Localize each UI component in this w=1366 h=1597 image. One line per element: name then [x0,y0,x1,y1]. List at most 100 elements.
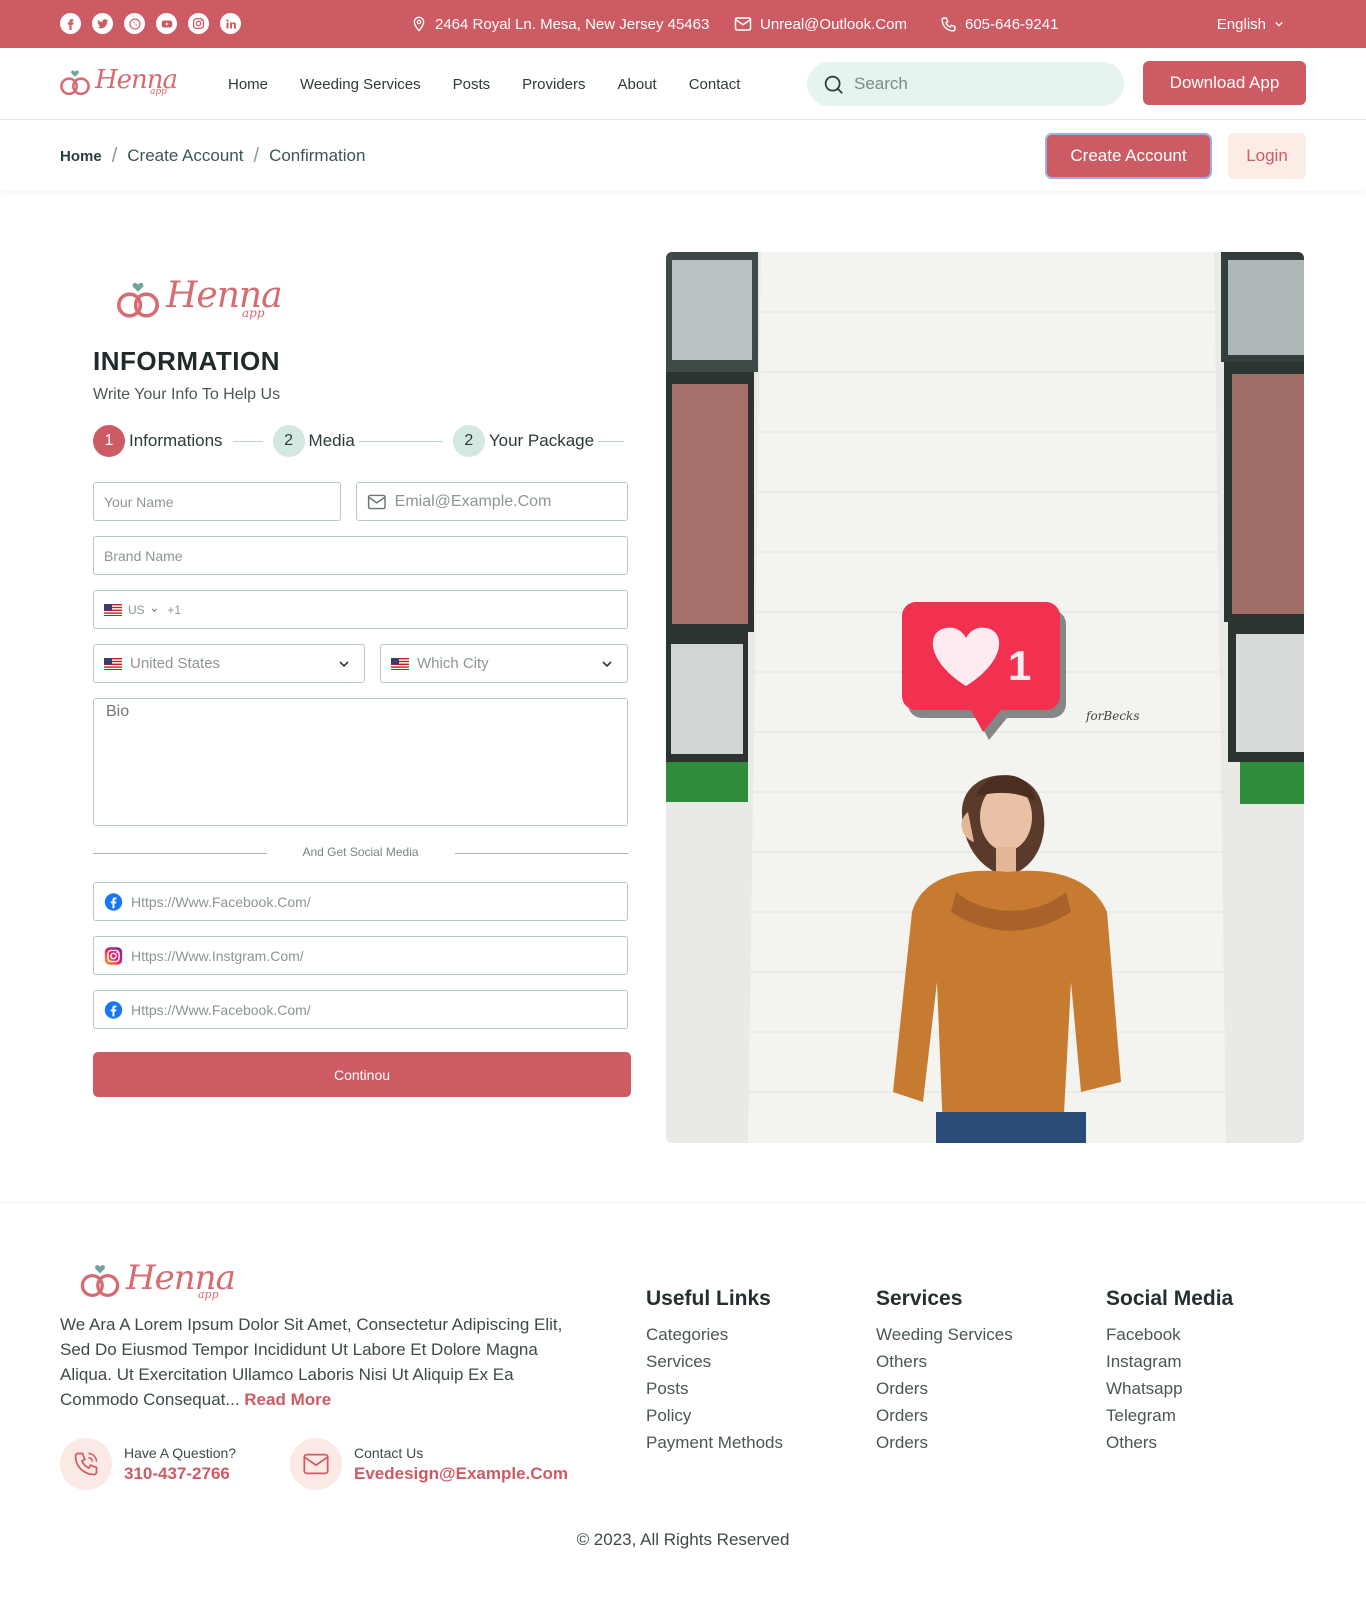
download-app-button[interactable]: Download App [1143,61,1306,105]
footer-services: Services Weeding Services Others Orders … [876,1287,1013,1456]
nav-home[interactable]: Home [228,76,268,93]
step-3-label: Your Package [488,431,595,450]
country-select[interactable]: United States [93,644,365,683]
footer-link-others[interactable]: Others [1106,1429,1233,1456]
footer-link-posts[interactable]: Posts [646,1375,783,1402]
create-account-button[interactable]: Create Account [1045,133,1212,179]
form-brand-logo: Henna app [114,275,283,323]
phone-info[interactable]: 605-646-9241 [940,0,1058,48]
search-box [807,62,1124,106]
continue-button[interactable]: Continou [93,1052,631,1097]
footer-link-orders[interactable]: Orders [876,1429,1013,1456]
footer-link-services[interactable]: Services [646,1348,783,1375]
us-flag-icon [104,603,122,616]
brand-field [93,536,628,575]
facebook-url-field [93,882,628,921]
linkedin-icon[interactable] [220,13,241,34]
facebook-url-field-2 [93,990,628,1029]
instagram-icon[interactable] [188,13,209,34]
phone-circle [60,1438,112,1490]
footer-useful-links: Useful Links Categories Services Posts P… [646,1287,783,1456]
nav-about[interactable]: About [618,76,657,93]
nav-links: Home Weeding Services Posts Providers Ab… [228,48,740,120]
footer-divider [0,1202,1366,1203]
step-2-number: 2 [272,425,305,457]
search-input[interactable] [854,74,1104,94]
footer-link-weeding-services[interactable]: Weeding Services [876,1321,1013,1348]
hero-photo: 1 forBecks [666,252,1304,1143]
login-button[interactable]: Login [1228,133,1306,179]
footer-link-policy[interactable]: Policy [646,1402,783,1429]
nav-providers[interactable]: Providers [522,76,585,93]
footer-column-title: Social Media [1106,1287,1234,1310]
address-text: 2464 Royal Ln. Mesa, New Jersey 45463 [435,15,710,33]
footer-link-categories[interactable]: Categories [646,1321,783,1348]
facebook-url-input[interactable] [130,893,627,910]
rings-icon [60,70,90,96]
step-2-label: Media [308,431,355,450]
chevron-down-icon [1275,21,1283,27]
breadcrumb-create-account[interactable]: Create Account [127,146,243,166]
footer-link-others[interactable]: Others [876,1348,1013,1375]
mail-icon [303,1453,329,1475]
email-contact[interactable]: Contact Us Evedesign@Example.Com [290,1438,568,1490]
phone-country-code[interactable]: US [128,603,145,617]
footer-link-telegram[interactable]: Telegram [1106,1402,1233,1429]
brand-input[interactable] [104,547,627,564]
divider-text: And Get Social Media [302,845,419,859]
email-info[interactable]: Unreal@Outlook.Com [734,0,907,48]
footer-link-orders[interactable]: Orders [876,1402,1013,1429]
footer-column-title: Services [876,1287,963,1310]
question-phone: 310-437-2766 [124,1463,230,1483]
phone-prefix: +1 [167,602,182,617]
like-count: 1 [1008,642,1031,689]
instagram-url-input[interactable] [130,947,627,964]
bio-textarea[interactable] [93,698,628,826]
phone-input[interactable] [187,601,627,618]
footer-link-facebook[interactable]: Facebook [1106,1321,1233,1348]
form-title: INFORMATION [93,346,280,376]
whatsapp-icon[interactable] [124,13,145,34]
footer-brand-logo[interactable]: Henna app [78,1258,236,1302]
read-more-link[interactable]: Read More [244,1390,331,1409]
email-input[interactable] [394,492,627,511]
question-contact[interactable]: Have A Question? 310-437-2766 [60,1438,236,1490]
breadcrumb-separator: / [111,144,118,167]
nav-contact[interactable]: Contact [689,76,741,93]
step-connector [598,440,625,442]
facebook-icon [104,892,123,911]
chevron-down-icon [339,661,349,668]
rings-icon [80,1265,120,1298]
wall-signature: forBecks [1085,709,1139,723]
step-1-number: 1 [93,425,125,457]
address-info: 2464 Royal Ln. Mesa, New Jersey 45463 [411,0,709,48]
top-bar: 2464 Royal Ln. Mesa, New Jersey 45463 Un… [0,0,1366,48]
chevron-down-icon [602,661,612,668]
facebook-url-input-2[interactable] [130,1001,627,1018]
main-navbar: Henna app Home Weeding Services Posts Pr… [0,48,1366,120]
breadcrumb-home[interactable]: Home [60,148,102,165]
footer-link-whatsapp[interactable]: Whatsapp [1106,1375,1233,1402]
nav-weeding-services[interactable]: Weeding Services [300,76,421,93]
youtube-icon[interactable] [156,13,177,34]
mail-circle [290,1438,342,1490]
footer-link-instagram[interactable]: Instagram [1106,1348,1233,1375]
chevron-down-icon[interactable] [151,606,158,614]
contact-label: Contact Us [354,1444,424,1461]
breadcrumb: Home / Create Account / Confirmation [60,121,365,191]
mail-icon [367,494,386,509]
brand-logo[interactable]: Henna app [58,65,178,99]
footer-about: We Ara A Lorem Ipsum Dolor Sit Amet, Con… [60,1312,580,1412]
phone-text: 605-646-9241 [965,15,1059,33]
footer-link-payment-methods[interactable]: Payment Methods [646,1429,783,1456]
footer-social-media: Social Media Facebook Instagram Whatsapp… [1106,1287,1233,1456]
language-selector[interactable]: English [1217,0,1284,48]
location-pin-icon [413,16,425,32]
facebook-icon[interactable] [60,13,81,34]
footer-link-orders[interactable]: Orders [876,1375,1013,1402]
name-input[interactable] [104,493,340,510]
twitter-icon[interactable] [92,13,113,34]
city-select[interactable]: Which City [380,644,628,683]
mail-icon [734,17,752,31]
nav-posts[interactable]: Posts [453,76,491,93]
